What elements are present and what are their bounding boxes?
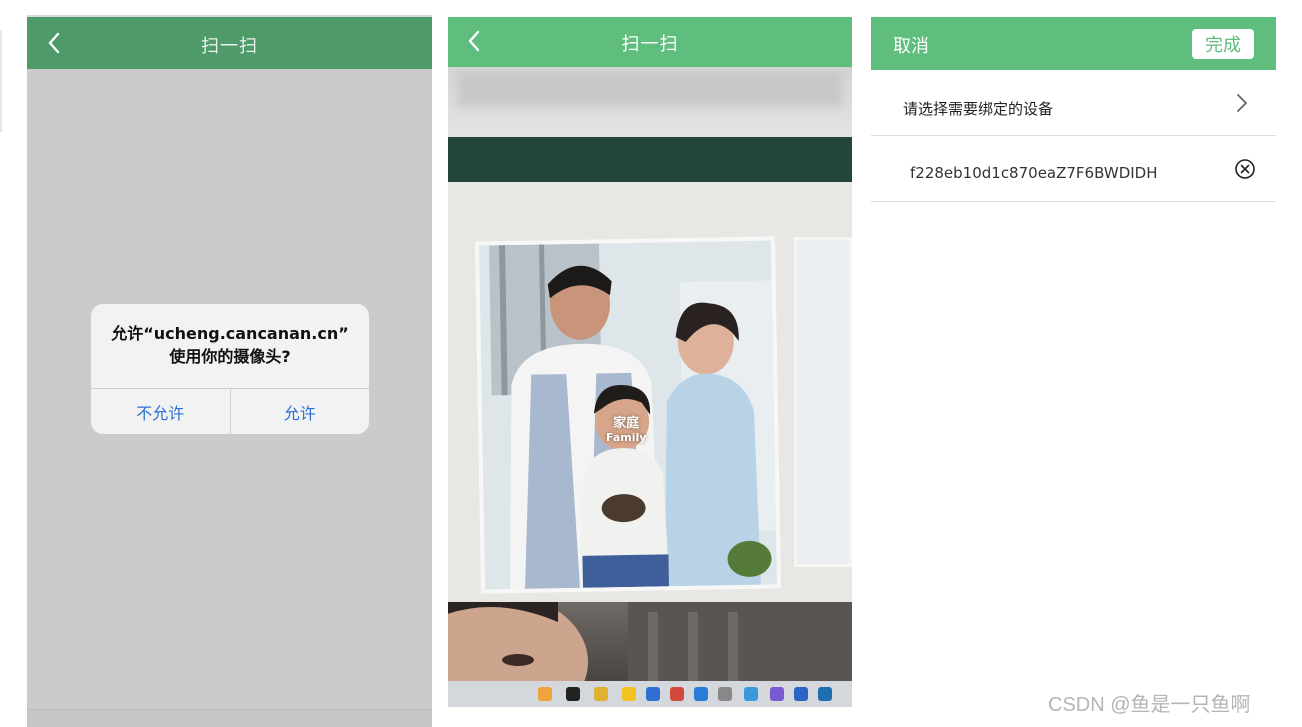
dialog-message: 允许“ucheng.cancanan.cn” 使用你的摄像头? [91, 322, 369, 368]
topbar: 取消 完成 [871, 17, 1276, 70]
select-device-label: 请选择需要绑定的设备 [903, 100, 1054, 118]
blurred-region [458, 71, 842, 107]
device-id-text: f228eb10d1c870eaZ7F6BWDIDH [910, 164, 1158, 182]
dialog-message-line2: 使用你的摄像头? [169, 347, 291, 366]
photo-caption-en: Family [606, 431, 647, 444]
photo-caption: 家庭 Family [606, 412, 646, 444]
taskbar-icon [646, 687, 660, 701]
done-button[interactable]: 完成 [1192, 29, 1254, 59]
deny-button[interactable]: 不允许 [91, 389, 231, 434]
photo-caption-zh: 家庭 [613, 416, 640, 431]
bottom-bar [27, 709, 432, 727]
edge-mark [0, 30, 2, 132]
taskbar-icon [566, 687, 580, 701]
taskbar-icon [818, 687, 832, 701]
preview-wall-band [448, 137, 852, 182]
taskbar-icon [718, 687, 732, 701]
page-title: 扫一扫 [621, 34, 679, 55]
taskbar-icon [770, 687, 784, 701]
page-title: 扫一扫 [201, 36, 258, 57]
screen-bind-device: 取消 完成 请选择需要绑定的设备 f228eb10d1c870eaZ7F6BWD… [871, 17, 1276, 707]
allow-button[interactable]: 允许 [231, 389, 370, 434]
taskbar-icon [594, 687, 608, 701]
watermark: CSDN @鱼是一只鱼啊 [1048, 694, 1251, 716]
clear-circle-x-icon[interactable] [1234, 158, 1256, 180]
taskbar-icon [744, 687, 758, 701]
camera-preview [448, 17, 852, 707]
cancel-button[interactable]: 取消 [893, 32, 929, 58]
navbar: 扫一扫 [27, 15, 432, 69]
side-photo-frame [794, 237, 852, 567]
chevron-right-icon [1237, 94, 1247, 112]
screen-permission: 扫一扫 允许“ucheng.cancanan.cn” 使用你的摄像头? 不允许 … [27, 15, 432, 727]
dialog-message-line1: 允许“ucheng.cancanan.cn” [111, 324, 349, 343]
select-device-row[interactable]: 请选择需要绑定的设备 [871, 70, 1276, 136]
screen-scanner: 扫一扫 家庭 Family [448, 17, 852, 707]
taskbar-icon [794, 687, 808, 701]
camera-permission-dialog: 允许“ucheng.cancanan.cn” 使用你的摄像头? 不允许 允许 [91, 304, 369, 434]
taskbar-icon [670, 687, 684, 701]
taskbar-icon [694, 687, 708, 701]
device-id-row: f228eb10d1c870eaZ7F6BWDIDH [871, 136, 1276, 202]
navbar: 扫一扫 [448, 17, 852, 67]
taskbar-icon [622, 687, 636, 701]
taskbar-icon [538, 687, 552, 701]
dialog-buttons: 不允许 允许 [91, 388, 369, 434]
